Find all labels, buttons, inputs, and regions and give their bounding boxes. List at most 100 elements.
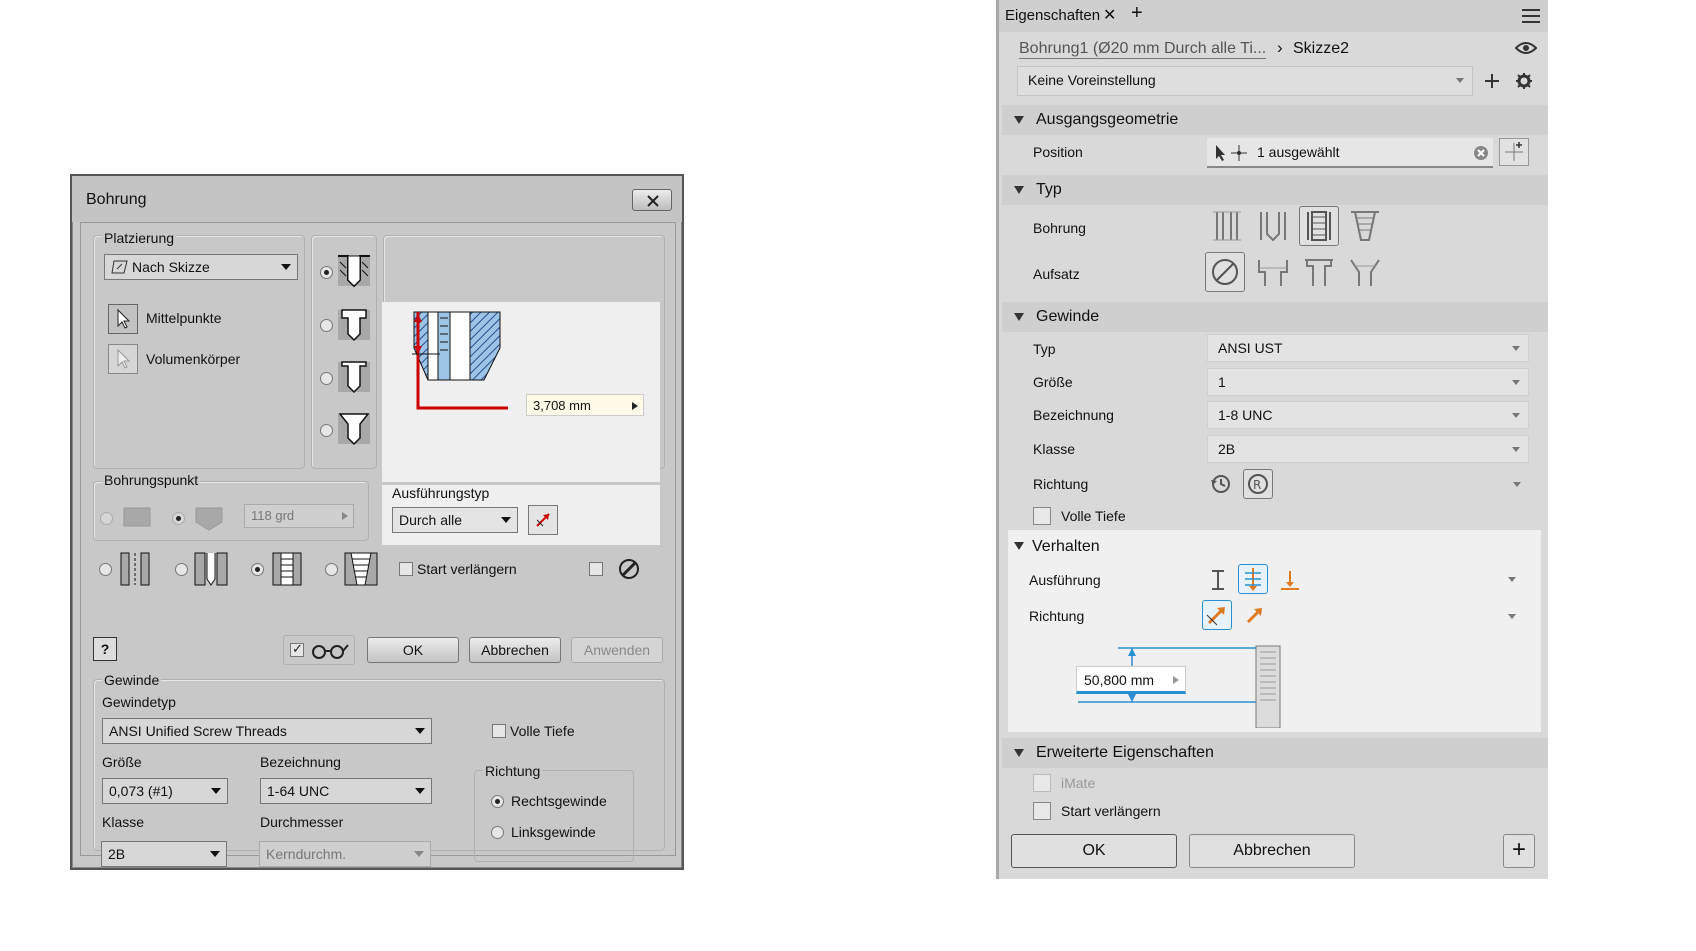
ok-button[interactable]: OK <box>367 637 459 663</box>
tab-properties[interactable]: Eigenschaften <box>1005 7 1100 24</box>
close-tab-icon[interactable]: ✕ <box>1103 5 1116 25</box>
section-type[interactable]: Typ <box>1002 175 1548 205</box>
section-input-geometry[interactable]: Ausgangsgeometrie <box>1002 105 1548 135</box>
thread-type-select[interactable]: ANSI Unified Screw Threads <box>102 718 432 744</box>
infer-imate-checkbox[interactable] <box>589 562 603 576</box>
centers-select-button[interactable] <box>108 304 138 334</box>
point-plus-icon <box>1505 142 1523 161</box>
designation-select[interactable]: 1-64 UNC <box>260 778 432 804</box>
cancel-button[interactable]: Abbrechen <box>469 637 561 663</box>
chevron-down-icon[interactable] <box>1508 577 1516 583</box>
start-extend-checkbox[interactable] <box>399 562 413 576</box>
left-hand-radio[interactable] <box>491 826 504 839</box>
depth-input[interactable]: 50,800 mm <box>1076 666 1186 694</box>
imate-checkbox[interactable] <box>1033 774 1051 792</box>
thread-type-label: Typ <box>1033 341 1056 357</box>
right-hand-thread-option[interactable]: R <box>1243 469 1273 499</box>
section-thread[interactable]: Gewinde <box>1002 302 1548 332</box>
size-select[interactable]: 0,073 (#1) <box>102 778 228 804</box>
simple-hole-radio[interactable] <box>99 563 112 576</box>
distance-termination-icon[interactable] <box>1206 568 1230 592</box>
hole-thread-type-row: Start verlängern <box>93 549 673 599</box>
thread-designation-select[interactable]: 1-8 UNC <box>1207 401 1529 429</box>
triangle-right-icon[interactable] <box>631 401 639 411</box>
panel-cancel-button[interactable]: Abbrechen <box>1189 834 1355 868</box>
triangle-right-icon[interactable] <box>341 511 349 521</box>
full-depth-checkbox[interactable] <box>492 724 506 738</box>
counterbore-icon[interactable] <box>1255 254 1291 290</box>
spotface-radio[interactable] <box>320 372 333 385</box>
help-button[interactable]: ? <box>93 637 117 661</box>
chevron-down-icon[interactable] <box>1508 614 1516 620</box>
no-seat-option[interactable] <box>1205 252 1245 292</box>
thread-type-select[interactable]: ANSI UST <box>1207 334 1529 362</box>
flip-direction-button[interactable] <box>528 505 558 535</box>
flat-point-radio[interactable] <box>100 512 113 525</box>
diameter-select[interactable]: Kerndurchm. <box>259 841 431 867</box>
panel-ok-button[interactable]: OK <box>1011 834 1177 868</box>
right-hand-radio[interactable] <box>491 795 504 808</box>
solids-select-button[interactable] <box>108 344 138 374</box>
advanced-start-extend-checkbox[interactable] <box>1033 802 1051 820</box>
diameter-label: Durchmesser <box>260 814 344 830</box>
countersink-icon[interactable] <box>1347 254 1383 290</box>
add-preset-icon[interactable] <box>1483 72 1501 90</box>
drill-angle-field[interactable]: 118 grd <box>244 504 354 528</box>
preview-distance-field[interactable]: 3,708 mm <box>526 394 644 416</box>
flip-direction-icon[interactable] <box>1242 604 1266 628</box>
ok-label: OK <box>402 642 424 658</box>
add-point-button[interactable] <box>1499 138 1529 166</box>
through-all-option[interactable] <box>1238 564 1268 594</box>
panel-add-button[interactable]: + <box>1503 834 1535 868</box>
taper-tapped-radio[interactable] <box>325 563 338 576</box>
depth-value: 50,800 mm <box>1084 672 1155 688</box>
class-select[interactable]: 2B <box>101 841 227 867</box>
clearance-hole-icon[interactable] <box>1255 208 1291 244</box>
add-tab-icon[interactable]: + <box>1131 2 1143 25</box>
triangle-right-icon[interactable] <box>1173 676 1179 684</box>
preview-checkbox[interactable] <box>290 641 304 657</box>
taper-tapped-icon[interactable] <box>1347 208 1383 244</box>
hamburger-icon[interactable] <box>1521 8 1541 24</box>
to-face-icon[interactable] <box>1278 568 1302 592</box>
placement-mode-select[interactable]: Nach Skizze <box>104 254 298 280</box>
preset-select[interactable]: Keine Voreinstellung <box>1017 66 1473 96</box>
cancel-label: Abbrechen <box>481 642 549 658</box>
thread-size-select[interactable]: 1 <box>1207 368 1529 396</box>
breadcrumb-sketch[interactable]: Skizze2 <box>1293 40 1349 58</box>
tapped-hole-radio[interactable] <box>251 563 264 576</box>
close-button[interactable] <box>632 189 672 211</box>
section-advanced[interactable]: Erweiterte Eigenschaften <box>1002 738 1548 768</box>
spotface-icon[interactable] <box>1301 254 1337 290</box>
collapse-triangle-icon <box>1014 313 1024 321</box>
tapped-hole-option[interactable] <box>1299 206 1339 246</box>
full-depth-label: Volle Tiefe <box>510 723 575 739</box>
drilled-radio[interactable] <box>320 266 333 279</box>
countersink-radio[interactable] <box>320 424 333 437</box>
counterbore-radio[interactable] <box>320 319 333 332</box>
angle-point-radio[interactable] <box>172 512 185 525</box>
simple-hole-icon[interactable] <box>1209 208 1245 244</box>
simple-hole-icon <box>120 552 150 586</box>
gear-icon[interactable] <box>1515 72 1533 90</box>
clearance-hole-icon <box>194 552 228 586</box>
position-selector[interactable]: 1 ausgewählt <box>1207 138 1493 168</box>
right-hand-label: Rechtsgewinde <box>511 793 607 809</box>
breadcrumb-feature[interactable]: Bohrung1 (Ø20 mm Durch alle Ti... <box>1019 40 1267 59</box>
placement-mode-value: Nach Skizze <box>132 259 210 275</box>
eye-icon[interactable] <box>1515 40 1537 56</box>
default-direction-option[interactable] <box>1202 600 1232 630</box>
apply-label: Anwenden <box>583 642 651 658</box>
thread-full-depth-checkbox[interactable] <box>1033 507 1051 525</box>
clearance-hole-radio[interactable] <box>175 563 188 576</box>
thread-class-select[interactable]: 2B <box>1207 435 1529 463</box>
tapped-hole-icon <box>272 552 302 586</box>
section-behavior[interactable]: Verhalten <box>1008 530 1541 562</box>
dialog-titlebar[interactable]: Bohrung <box>72 176 682 222</box>
thread-group-label: Gewinde <box>102 672 162 688</box>
clear-selection-icon[interactable] <box>1473 145 1489 161</box>
termination-select[interactable]: Durch alle <box>392 507 518 533</box>
chevron-down-icon[interactable] <box>1513 482 1521 488</box>
left-hand-thread-icon[interactable] <box>1209 472 1233 496</box>
apply-button[interactable]: Anwenden <box>571 637 663 663</box>
